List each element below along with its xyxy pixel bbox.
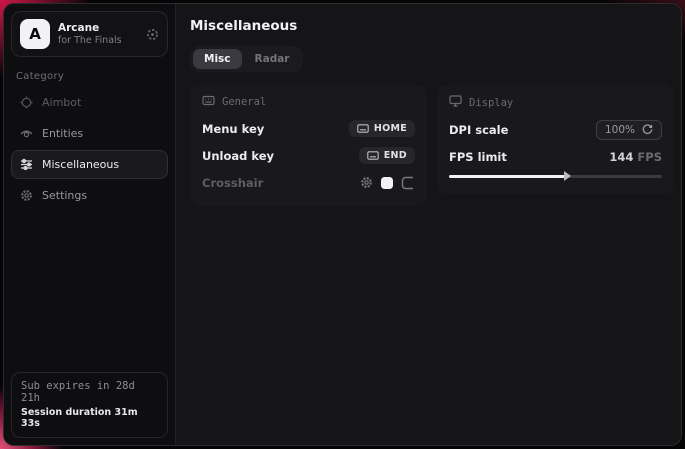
sidebar-item-label: Settings [42,189,87,202]
crosshair-settings-gear-icon[interactable] [360,176,373,189]
keyboard-icon [202,95,215,109]
keyboard-icon [367,151,379,160]
menu-key-button[interactable]: HOME [349,120,415,137]
dpi-scale-control[interactable]: 100% [596,120,662,140]
fps-limit-value: 144 FPS [609,150,662,164]
crosshair-icon [20,96,33,109]
fps-limit-row: FPS limit 144 FPS [449,145,662,168]
app-logo: A [20,19,50,49]
sidebar-item-label: Aimbot [42,96,81,109]
unload-key-label: Unload key [202,149,274,163]
sidebar-item-aimbot[interactable]: Aimbot [11,88,168,117]
fps-limit-label: FPS limit [449,150,507,164]
dpi-scale-row: DPI scale 100% [449,118,662,141]
unload-key-value: END [384,150,407,161]
crosshair-checkbox-icon[interactable] [401,176,415,190]
sidebar-item-label: Entities [42,127,83,140]
monitor-icon [449,95,462,110]
tab-radar[interactable]: Radar [244,49,301,69]
general-card-title: General [222,96,266,108]
brand-text: Arcane for The Finals [58,22,138,47]
sidebar-item-label: Miscellaneous [42,158,119,171]
gear-icon [20,189,33,202]
scan-icon[interactable] [146,28,159,41]
fps-slider-fill [449,175,566,178]
sidebar-nav: Aimbot Entities [4,88,175,210]
general-card-header: General [202,95,415,109]
category-label: Category [16,71,163,82]
sidebar-item-settings[interactable]: Settings [11,181,168,210]
fps-number: 144 [609,150,633,164]
brand-card: A Arcane for The Finals [11,11,168,57]
crosshair-label: Crosshair [202,176,263,190]
menu-key-label: Menu key [202,122,264,136]
app-subtitle: for The Finals [58,35,138,47]
cards-row: General Menu key HOME [190,85,674,206]
sidebar-item-entities[interactable]: Entities [11,119,168,148]
reset-icon[interactable] [642,124,653,135]
fps-limit-slider[interactable] [449,170,662,182]
display-card: Display DPI scale 100% [437,85,674,194]
session-duration-text: Session duration 31m 33s [21,407,158,429]
eye-icon [20,127,33,140]
subscription-info-box: Sub expires in 28d 21h Session duration … [11,372,168,438]
unload-key-row: Unload key END [202,144,415,167]
menu-key-value: HOME [374,123,407,134]
crosshair-controls [360,176,415,190]
display-card-header: Display [449,95,662,110]
display-card-title: Display [469,97,513,109]
page-title: Miscellaneous [190,18,674,34]
tab-bar: Misc Radar [190,46,303,72]
keyboard-icon [357,124,369,133]
tab-misc[interactable]: Misc [193,49,242,69]
crosshair-color-swatch[interactable] [381,177,393,189]
sub-expires-text: Sub expires in 28d 21h [21,380,158,404]
sidebar: A Arcane for The Finals Category [4,4,176,445]
slider-thumb[interactable] [564,171,571,181]
menu-key-row: Menu key HOME [202,117,415,140]
fps-unit: FPS [637,150,662,164]
dpi-scale-value: 100% [605,124,635,136]
sliders-icon [20,158,33,171]
general-card: General Menu key HOME [190,85,427,206]
sidebar-item-miscellaneous[interactable]: Miscellaneous [11,150,168,179]
app-name: Arcane [58,22,138,35]
crosshair-row: Crosshair [202,171,415,194]
unload-key-button[interactable]: END [359,147,415,164]
app-window: A Arcane for The Finals Category [3,3,682,446]
sidebar-spacer [4,210,175,365]
dpi-scale-label: DPI scale [449,123,508,137]
main-content: Miscellaneous Misc Radar General [176,4,682,445]
